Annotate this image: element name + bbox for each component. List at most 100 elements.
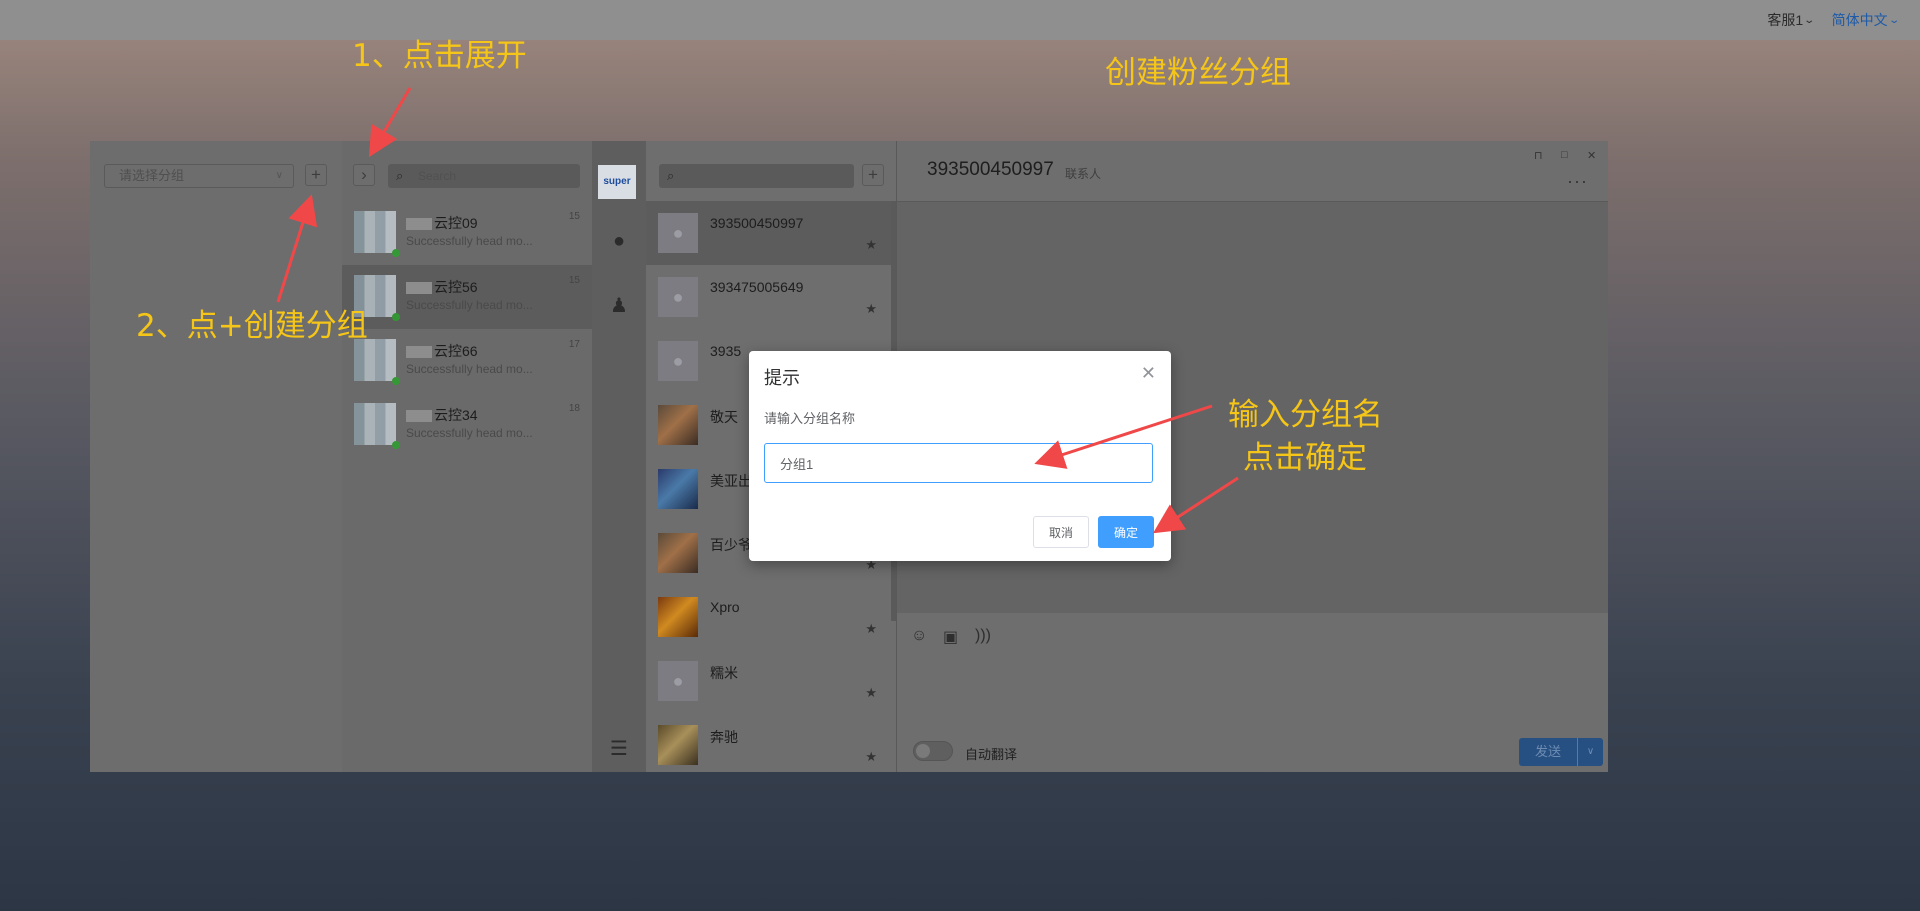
avatar: ● [658, 277, 698, 317]
chat-preview: Successfully head mo... [406, 362, 533, 376]
auto-translate-label: 自动翻译 [965, 747, 1018, 762]
add-group-button[interactable]: + [305, 164, 327, 186]
avatar: ● [658, 661, 698, 701]
chat-name: 云控66 [406, 341, 478, 361]
cancel-button[interactable]: 取消 [1033, 516, 1089, 548]
contact-item[interactable]: 奔驰 ★ [646, 713, 891, 772]
star-icon[interactable]: ★ [865, 237, 877, 253]
close-icon[interactable]: ✕ [1587, 149, 1596, 162]
star-icon[interactable]: ★ [865, 301, 877, 317]
menu-icon[interactable]: ☰ [592, 736, 646, 761]
person-icon: ● [672, 222, 684, 243]
chat-item[interactable]: 云控09 Successfully head mo... 15 [342, 201, 592, 265]
contact-name: 3935 [710, 343, 742, 359]
dialog-message: 请输入分组名称 [764, 411, 856, 426]
send-button-group: 发送 ∨ [1518, 738, 1603, 766]
star-icon[interactable]: ★ [865, 621, 877, 637]
maximize-icon[interactable]: □ [1561, 149, 1568, 161]
group-name-input[interactable] [764, 443, 1153, 483]
dialog-title: 提示 [764, 368, 800, 388]
contact-name: 393475005649 [710, 279, 804, 295]
chat-name-text: 云控34 [434, 407, 478, 423]
close-icon[interactable]: ✕ [1141, 363, 1156, 384]
contact-name: 敬天 [710, 409, 738, 425]
masked-prefix [406, 410, 432, 423]
chat-search-placeholder: Search [418, 169, 457, 183]
chevron-down-icon[interactable]: ∨ [1577, 738, 1603, 766]
annotation-step2: 2、点+创建分组 [136, 308, 368, 344]
top-bar: 客服1 ⌄ 简体中文 ⌄ [0, 0, 1920, 40]
online-status-icon [392, 441, 400, 449]
agent-menu[interactable]: 客服1 ⌄ [1767, 10, 1816, 30]
nav-sidebar: super ● ♟ ☰ [592, 141, 646, 772]
online-status-icon [392, 313, 400, 321]
contact-item[interactable]: ● 393500450997 ★ [646, 201, 891, 265]
avatar: ● [658, 341, 698, 381]
masked-prefix [406, 346, 432, 359]
person-icon: ● [672, 286, 684, 307]
language-label: 简体中文 [1831, 12, 1888, 28]
group-select-placeholder: 请选择分组 [119, 168, 185, 183]
chat-preview: Successfully head mo... [406, 298, 533, 312]
search-icon: ⌕ [667, 168, 675, 183]
masked-prefix [406, 218, 432, 231]
contact-item[interactable]: Xpro ★ [646, 585, 891, 649]
masked-prefix [406, 282, 432, 295]
chat-name: 云控34 [406, 405, 478, 425]
star-icon[interactable]: ★ [865, 749, 877, 765]
expand-button[interactable]: › [353, 164, 375, 186]
chat-time: 18 [568, 403, 580, 414]
contact-name: 美亚出 [710, 473, 752, 489]
annotation-step1: 1、点击展开 [352, 38, 527, 74]
avatar [658, 469, 698, 509]
avatar [658, 725, 698, 765]
contact-item[interactable]: ● 393475005649 ★ [646, 265, 891, 329]
chat-time: 15 [568, 211, 580, 222]
chat-preview: Successfully head mo... [406, 234, 533, 248]
contact-name: 奔驰 [710, 729, 738, 745]
confirm-button[interactable]: 确定 [1098, 516, 1154, 548]
contact-name: 百少爷 [710, 537, 752, 553]
person-icon: ● [672, 670, 684, 691]
chat-item[interactable]: 云控56 Successfully head mo... 15 [342, 265, 592, 329]
contact-item[interactable]: ● 糯米 ★ [646, 649, 891, 713]
chat-search-input[interactable]: ⌕ Search [388, 164, 580, 188]
app-logo: super [598, 165, 636, 199]
auto-translate-toggle[interactable] [913, 741, 953, 761]
emoji-icon[interactable]: ☺ [911, 627, 927, 645]
more-icon[interactable]: ··· [1567, 171, 1588, 192]
contacts-icon[interactable]: ♟ [592, 293, 646, 318]
contact-search-input[interactable]: ⌕ [659, 164, 854, 188]
contact-name: 糯米 [710, 665, 738, 681]
avatar: ● [658, 213, 698, 253]
contact-name: Xpro [710, 599, 740, 615]
chat-name-text: 云控66 [434, 343, 478, 359]
chat-name-text: 云控09 [434, 215, 478, 231]
contact-name: 393500450997 [710, 215, 804, 231]
annotation-step3-line2: 点击确定 [1243, 440, 1367, 476]
avatar [354, 403, 400, 449]
chat-list-panel: › ⌕ Search 云控09 Successfully head mo... … [342, 141, 592, 772]
language-menu[interactable]: 简体中文 ⌄ [1831, 10, 1900, 30]
voice-icon[interactable]: ))) [975, 627, 991, 645]
chat-preview: Successfully head mo... [406, 426, 533, 440]
chevron-down-icon: ⌄ [1887, 14, 1900, 26]
message-input-area[interactable]: ☺ ▣ ))) 自动翻译 发送 ∨ [897, 613, 1608, 772]
send-button[interactable]: 发送 [1519, 738, 1577, 766]
annotation-step3-line1: 输入分组名 [1228, 397, 1383, 433]
chat-name: 云控56 [406, 277, 478, 297]
chevron-down-icon: ⌄ [1803, 14, 1816, 26]
chat-item[interactable]: 云控34 Successfully head mo... 18 [342, 393, 592, 457]
group-select[interactable]: 请选择分组 ∨ [104, 164, 294, 188]
online-status-icon [392, 377, 400, 385]
star-icon[interactable]: ★ [865, 685, 877, 701]
annotation-headline: 创建粉丝分组 [1105, 55, 1291, 91]
pin-icon[interactable]: ⊓ [1534, 149, 1543, 162]
chat-bubble-icon[interactable]: ● [592, 230, 646, 253]
chevron-down-icon: ∨ [275, 170, 283, 181]
add-contact-button[interactable]: + [862, 164, 884, 186]
image-icon[interactable]: ▣ [943, 627, 958, 647]
avatar [658, 533, 698, 573]
person-icon: ● [672, 350, 684, 371]
chat-item[interactable]: 云控66 Successfully head mo... 17 [342, 329, 592, 393]
